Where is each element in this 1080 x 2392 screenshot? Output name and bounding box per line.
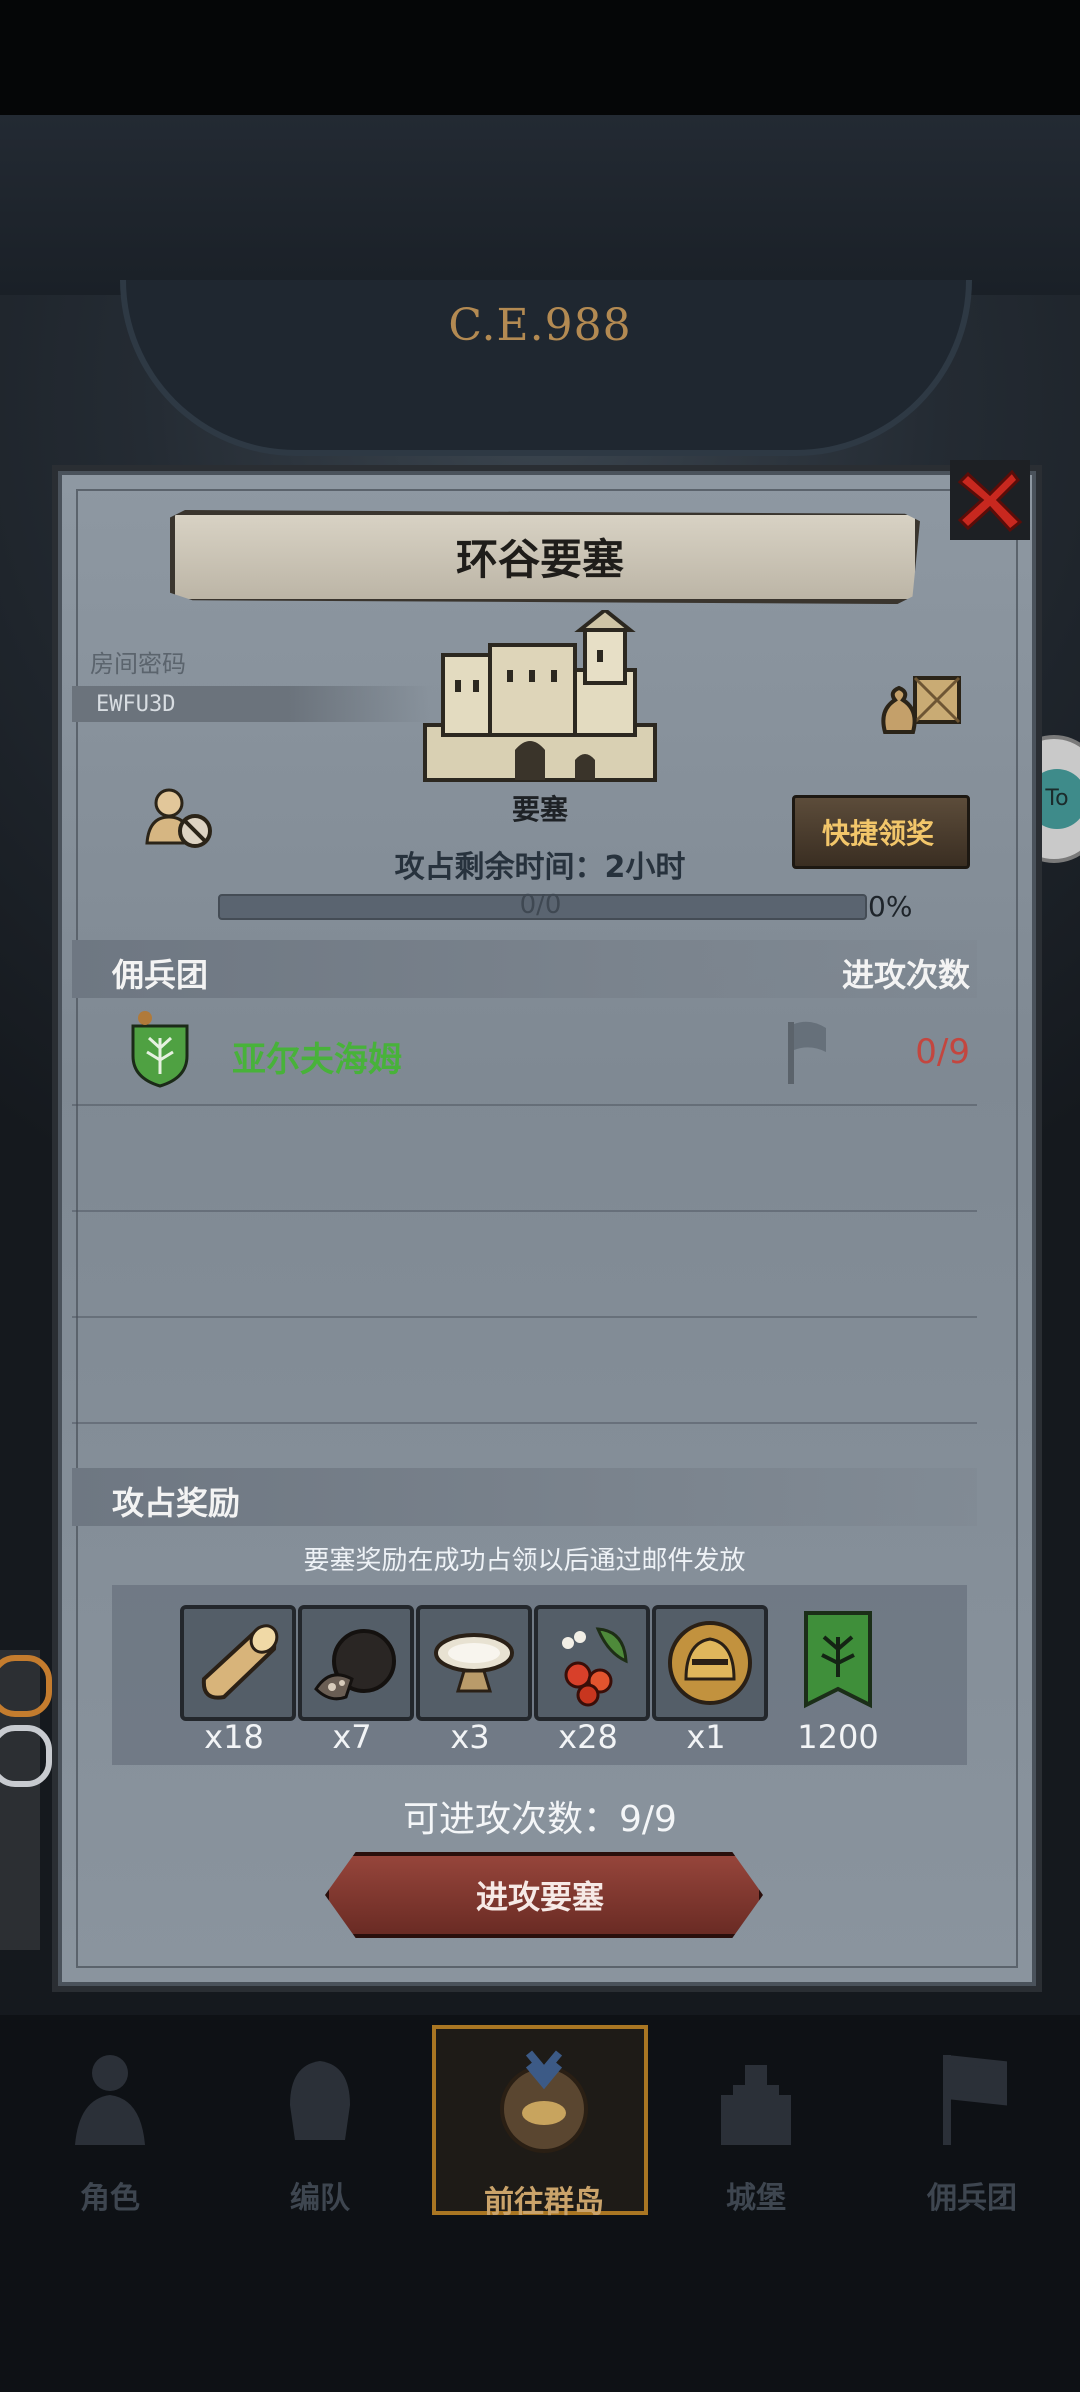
- fortress-castle-icon: [423, 610, 657, 782]
- nav-castle[interactable]: 城堡: [656, 2025, 856, 2216]
- capture-progress-text: 0/0: [519, 890, 562, 920]
- berries-icon: [562, 1627, 628, 1707]
- reward-slot[interactable]: [416, 1605, 532, 1721]
- room-code[interactable]: EWFU3D: [96, 692, 175, 717]
- row-divider: [72, 1104, 977, 1106]
- nav-label: 佣兵团: [927, 2181, 1017, 2216]
- nav-label: 城堡: [726, 2181, 786, 2216]
- tree-banner-icon: [804, 1611, 872, 1709]
- dialog-title: 环谷要塞: [455, 535, 624, 584]
- attack-fortress-label: 进攻要塞: [475, 1878, 604, 1916]
- fortress-type-label: 要塞: [511, 793, 568, 826]
- bottom-nav: 角色 编队 前往群岛 城堡 佣兵团: [0, 2025, 1080, 2220]
- nav-formation[interactable]: 编队: [220, 2025, 420, 2216]
- left-edge-ring-icon[interactable]: [0, 1655, 52, 1717]
- row-divider: [72, 1422, 977, 1424]
- room-code-label: 房间密码: [90, 650, 186, 678]
- nav-label: 编队: [290, 2181, 350, 2216]
- mercenary-name[interactable]: 亚尔夫海姆: [232, 1032, 402, 1081]
- reward-qty: x18: [204, 1718, 264, 1756]
- left-edge-ring-icon[interactable]: [0, 1725, 52, 1787]
- truffle-icon: [314, 1629, 396, 1701]
- capture-progress-percent: 0%: [868, 890, 913, 923]
- reward-slot[interactable]: [180, 1605, 296, 1721]
- reward-slot[interactable]: [534, 1605, 650, 1721]
- reward-qty: 1200: [797, 1718, 879, 1756]
- top-bar: [0, 0, 1080, 115]
- character-icon: [75, 2055, 145, 2145]
- close-button[interactable]: [950, 460, 1030, 540]
- bag-crate-icon[interactable]: [875, 670, 965, 740]
- no-user-icon[interactable]: [145, 785, 215, 850]
- status-band: [0, 115, 1080, 295]
- archipelago-icon: [500, 2050, 588, 2153]
- nav-label: 角色: [80, 2181, 140, 2216]
- reward-slot[interactable]: [652, 1605, 768, 1721]
- castle-icon: [721, 2065, 791, 2145]
- close-icon: [950, 460, 1030, 540]
- rewards-note: 要塞奖励在成功占领以后通过邮件发放: [303, 1546, 746, 1576]
- mercenary-icon: [943, 2055, 1007, 2145]
- row-divider: [72, 1210, 977, 1212]
- nav-archipelago[interactable]: 前往群岛: [432, 2025, 648, 2220]
- guild-emblem-icon: [131, 1011, 189, 1088]
- formation-icon: [290, 2061, 350, 2140]
- time-remaining: 攻占剩余时间：2小时: [394, 850, 686, 885]
- reward-qty: x7: [332, 1718, 372, 1756]
- quick-claim-label: 快捷领奖: [821, 817, 934, 850]
- era-label: C.E.988: [448, 300, 632, 351]
- reward-slot[interactable]: [298, 1605, 414, 1721]
- rewards-header: 攻占奖励: [112, 1484, 241, 1522]
- row-divider: [72, 1316, 977, 1318]
- wood-log-icon: [201, 1624, 279, 1700]
- reward-slot[interactable]: [780, 1605, 896, 1721]
- nav-label: 前往群岛: [484, 2185, 604, 2220]
- mercenary-attack-count: 0/9: [915, 1032, 970, 1072]
- nav-mercenary[interactable]: 佣兵团: [872, 2025, 1072, 2216]
- reward-qty: x28: [558, 1718, 618, 1756]
- attack-count-header: 进攻次数: [841, 956, 970, 994]
- knight-helmet-icon: [668, 1621, 752, 1705]
- available-attacks: 可进攻次数：9/9: [403, 1799, 677, 1840]
- reward-qty: x1: [686, 1718, 726, 1756]
- bowl-icon: [434, 1633, 514, 1693]
- nav-character[interactable]: 角色: [10, 2025, 210, 2216]
- reward-qty: x3: [450, 1718, 490, 1756]
- mercenary-header: 佣兵团: [112, 956, 209, 994]
- flag-icon: [788, 1021, 826, 1084]
